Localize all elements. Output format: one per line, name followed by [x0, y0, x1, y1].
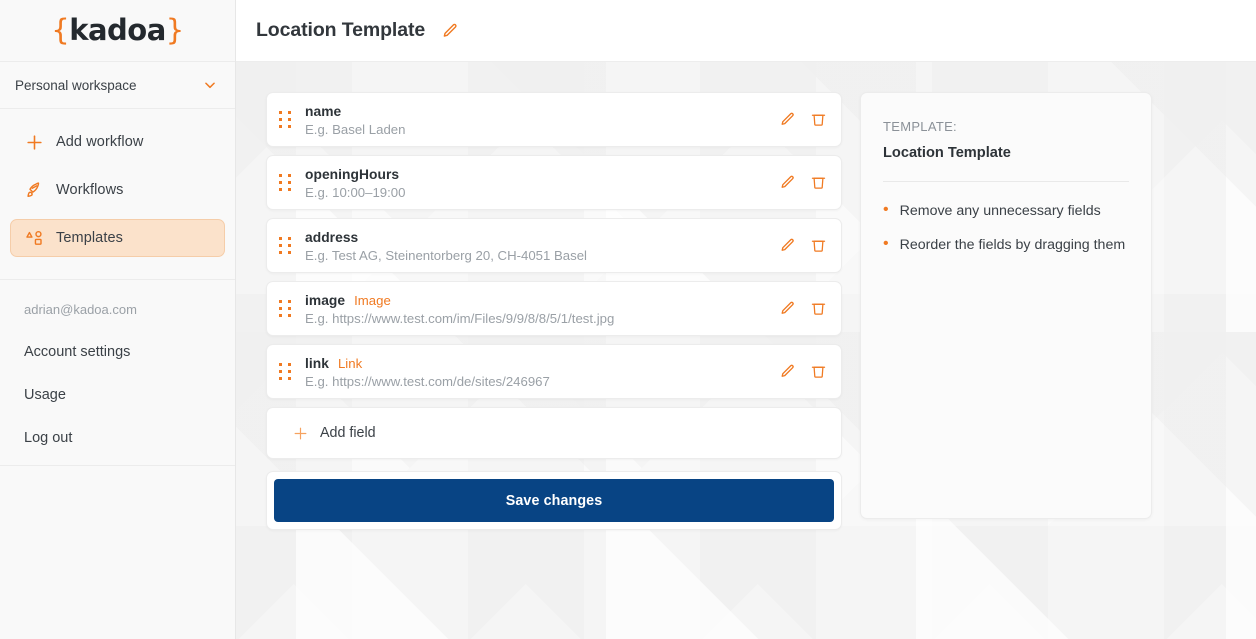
sidebar-item-usage[interactable]: Usage [24, 387, 235, 403]
table-row[interactable]: openingHours E.g. 10:00–19:00 [266, 155, 842, 210]
table-row[interactable]: image Image E.g. https://www.test.com/im… [266, 281, 842, 336]
sidebar-item-workflows[interactable]: Workflows [10, 171, 225, 209]
sidebar-item-label: Templates [56, 230, 123, 246]
plus-icon [293, 426, 308, 441]
field-example: E.g. 10:00–19:00 [305, 184, 406, 200]
trash-icon[interactable] [810, 300, 827, 318]
fields-list: name E.g. Basel Laden openingHours E.g. … [266, 92, 842, 530]
add-field-label: Add field [320, 425, 376, 441]
list-item: • Remove any unnecessary fields [883, 201, 1129, 222]
field-name: openingHours [305, 166, 400, 182]
add-field-button[interactable]: Add field [266, 407, 842, 459]
table-row[interactable]: address E.g. Test AG, Steinentorberg 20,… [266, 218, 842, 273]
sidebar: {kadoa} Personal workspace Add workflow … [0, 0, 236, 639]
field-actions [779, 237, 827, 255]
drag-handle-icon[interactable] [279, 362, 293, 382]
trash-icon[interactable] [810, 111, 827, 129]
field-actions [779, 363, 827, 381]
tip-text: Reorder the fields by dragging them [899, 236, 1126, 253]
sidebar-item-account-settings[interactable]: Account settings [24, 344, 235, 360]
content-area: name E.g. Basel Laden openingHours E.g. … [236, 62, 1256, 639]
account-section: adrian@kadoa.com Account settings Usage … [0, 280, 235, 473]
shapes-icon [25, 229, 44, 248]
drag-handle-icon[interactable] [279, 236, 293, 256]
info-panel-title: Location Template [883, 145, 1011, 161]
workspace-selector[interactable]: Personal workspace [0, 62, 235, 109]
pencil-icon[interactable] [441, 22, 459, 40]
pencil-icon[interactable] [779, 300, 796, 318]
main-area: Location Template name E.g. Basel Laden … [236, 0, 1256, 639]
trash-icon[interactable] [810, 363, 827, 381]
field-texts: name E.g. Basel Laden [305, 103, 767, 137]
logo-left-brace: { [51, 13, 70, 47]
field-name: address [305, 229, 359, 245]
logo-right-brace: } [165, 13, 184, 47]
field-actions [779, 111, 827, 129]
drag-handle-icon[interactable] [279, 299, 293, 319]
pencil-icon[interactable] [779, 174, 796, 192]
save-button-container: Save changes [266, 471, 842, 530]
bullet-icon: • [883, 234, 889, 252]
field-name: link [305, 355, 329, 371]
sidebar-item-templates[interactable]: Templates [10, 219, 225, 257]
pencil-icon[interactable] [779, 363, 796, 381]
field-example: E.g. Basel Laden [305, 121, 406, 137]
field-actions [779, 174, 827, 192]
sidebar-item-log-out[interactable]: Log out [24, 430, 235, 446]
logo-text: kadoa [69, 13, 166, 47]
sidebar-item-label: Add workflow [56, 134, 144, 150]
field-example: E.g. https://www.test.com/de/sites/24696… [305, 373, 550, 389]
field-actions [779, 300, 827, 318]
page-title: Location Template [256, 19, 426, 41]
trash-icon[interactable] [810, 237, 827, 255]
logo-area: {kadoa} [0, 0, 235, 62]
kadoa-logo[interactable]: {kadoa} [51, 16, 184, 45]
save-button[interactable]: Save changes [274, 479, 834, 522]
field-example: E.g. https://www.test.com/im/Files/9/9/8… [305, 310, 615, 326]
tip-text: Remove any unnecessary fields [899, 203, 1101, 219]
field-texts: openingHours E.g. 10:00–19:00 [305, 166, 767, 200]
plus-icon [25, 133, 44, 152]
bullet-icon: • [883, 201, 889, 218]
page-header: Location Template [236, 0, 1256, 62]
trash-icon[interactable] [810, 174, 827, 192]
drag-handle-icon[interactable] [279, 110, 293, 130]
chevron-down-icon [203, 78, 217, 92]
workspace-label: Personal workspace [15, 77, 137, 93]
field-type-badge: Link [337, 355, 363, 371]
info-panel-divider [883, 181, 1129, 182]
sidebar-item-add-workflow[interactable]: Add workflow [10, 123, 225, 161]
pencil-icon[interactable] [779, 111, 796, 129]
primary-nav: Add workflow Workflows Templates [0, 109, 235, 280]
info-panel-tips: • Remove any unnecessary fields • Reorde… [883, 201, 1129, 256]
table-row[interactable]: name E.g. Basel Laden [266, 92, 842, 147]
list-item: • Reorder the fields by dragging them [883, 234, 1129, 256]
field-name: name [305, 103, 342, 119]
account-email: adrian@kadoa.com [24, 302, 137, 317]
info-panel-kicker: TEMPLATE: [883, 119, 957, 134]
drag-handle-icon[interactable] [279, 173, 293, 193]
table-row[interactable]: link Link E.g. https://www.test.com/de/s… [266, 344, 842, 399]
field-texts: address E.g. Test AG, Steinentorberg 20,… [305, 229, 767, 263]
sidebar-divider [0, 465, 235, 466]
sidebar-item-label: Workflows [56, 182, 124, 198]
field-example: E.g. Test AG, Steinentorberg 20, CH-4051… [305, 247, 587, 263]
field-name: image [305, 292, 346, 308]
field-type-badge: Image [354, 292, 391, 308]
pencil-icon[interactable] [779, 237, 796, 255]
template-info-panel: TEMPLATE: Location Template • Remove any… [860, 92, 1152, 519]
rocket-icon [25, 181, 44, 200]
field-texts: image Image E.g. https://www.test.com/im… [305, 292, 767, 326]
field-texts: link Link E.g. https://www.test.com/de/s… [305, 355, 767, 389]
app-root: {kadoa} Personal workspace Add workflow … [0, 0, 1256, 639]
